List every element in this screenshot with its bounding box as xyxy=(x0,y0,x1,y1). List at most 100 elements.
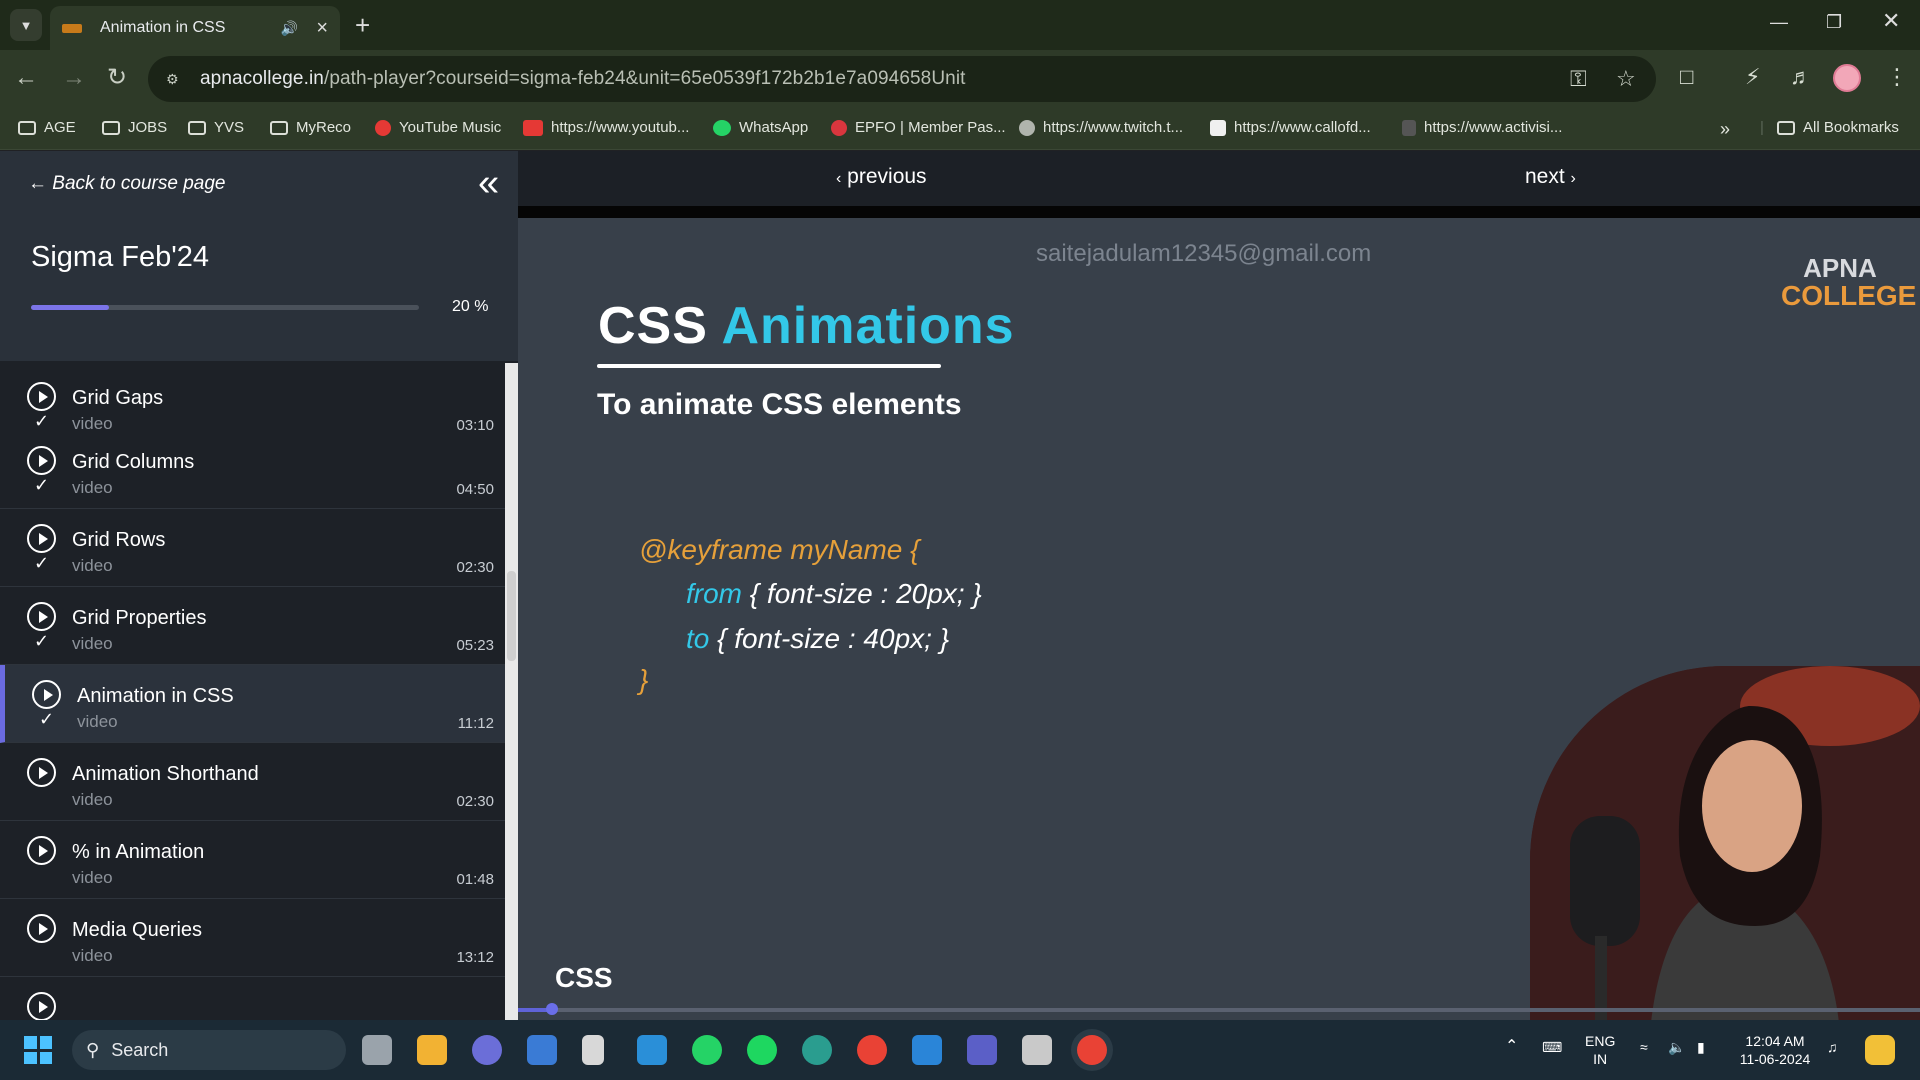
collapse-sidebar-icon[interactable]: « xyxy=(478,163,499,203)
screen: ▼ Animation in CSS 🔊 × + — ❐ ✕ ← → ↻ ⚙ a… xyxy=(0,0,1920,1080)
snipping-tool-icon[interactable] xyxy=(1022,1035,1052,1065)
notification-bell-icon[interactable]: ♫ xyxy=(1827,1038,1838,1056)
whatsapp-icon xyxy=(713,119,731,136)
media-control-icon[interactable]: ♬ xyxy=(1790,64,1812,90)
bookmark-link[interactable]: https://www.activisi... xyxy=(1402,119,1562,136)
keyboard-icon[interactable]: ⌨ xyxy=(1542,1038,1562,1056)
battery-icon[interactable]: ▮ xyxy=(1697,1038,1705,1056)
code-close-brace: } xyxy=(639,664,649,695)
remote-desktop-icon[interactable] xyxy=(637,1035,667,1065)
globe-icon xyxy=(1019,119,1035,136)
edge-icon[interactable] xyxy=(802,1035,832,1065)
taskbar-search[interactable]: ⚲ Search xyxy=(72,1030,346,1070)
play-circle-icon xyxy=(27,524,56,553)
bookmark-link[interactable]: https://www.twitch.t... xyxy=(1019,119,1183,136)
lesson-item-partial[interactable] xyxy=(0,977,505,1020)
url-text[interactable]: apnacollege.in/path-player?courseid=sigm… xyxy=(200,68,966,90)
epfo-icon xyxy=(831,119,847,136)
play-circle-icon xyxy=(27,836,56,865)
minimize-icon[interactable]: — xyxy=(1770,12,1788,33)
code-line-2: from { font-size : 20px; } xyxy=(686,578,982,609)
new-tab-button[interactable]: + xyxy=(355,10,370,40)
menu-kebab-icon[interactable]: ⋮ xyxy=(1886,64,1908,90)
video-progress-bar[interactable] xyxy=(518,1008,1920,1012)
search-icon: ⚲ xyxy=(86,1039,100,1060)
bookmark-link[interactable]: EPFO | Member Pas... xyxy=(831,119,1006,136)
title-underline xyxy=(597,364,941,368)
reload-icon[interactable]: ↻ xyxy=(107,64,127,92)
lesson-item[interactable]: Animation Shorthand video 02:30 xyxy=(0,743,505,821)
bookmark-link[interactable]: WhatsApp xyxy=(713,119,808,136)
forward-arrow-icon[interactable]: → xyxy=(62,64,86,92)
bookmark-link[interactable]: YouTube Music xyxy=(375,119,501,136)
tray-overflow-icon[interactable]: ⌃ xyxy=(1505,1038,1518,1056)
folder-icon xyxy=(102,120,120,135)
speaker-icon[interactable]: 🔊 xyxy=(281,20,298,37)
copilot-icon[interactable] xyxy=(1865,1035,1895,1065)
chevron-left-icon: ‹ xyxy=(836,170,842,187)
more-bookmarks-icon[interactable]: » xyxy=(1720,119,1730,140)
slide-subtitle: To animate CSS elements xyxy=(597,388,962,421)
windows-start-icon[interactable] xyxy=(24,1036,52,1064)
lesson-item[interactable]: ✓ Grid Properties video 05:23 xyxy=(0,587,505,665)
close-window-icon[interactable]: ✕ xyxy=(1882,8,1900,34)
chrome-active-icon[interactable] xyxy=(1077,1035,1107,1065)
browser-tab-bar: ▼ Animation in CSS 🔊 × + — ❐ ✕ xyxy=(0,0,1920,50)
lesson-item[interactable]: ✓ Grid Rows video 02:30 xyxy=(0,509,505,587)
all-bookmarks[interactable]: All Bookmarks xyxy=(1777,119,1899,136)
bookmark-link[interactable]: https://www.youtub... xyxy=(523,119,689,136)
address-bar[interactable]: ⚙ apnacollege.in/path-player?courseid=si… xyxy=(148,56,1656,102)
progress-percent: 20 % xyxy=(452,298,489,315)
key-icon[interactable]: ⚿ xyxy=(1570,66,1587,92)
extensions-icon[interactable]: □ xyxy=(1680,64,1693,90)
bookmark-star-icon[interactable]: ☆ xyxy=(1616,66,1636,92)
task-view-icon[interactable] xyxy=(362,1035,392,1065)
todo-icon[interactable] xyxy=(527,1035,557,1065)
chrome-icon[interactable] xyxy=(857,1035,887,1065)
performance-icon[interactable]: ⚡ xyxy=(1745,64,1760,90)
whatsapp-app-icon[interactable] xyxy=(692,1035,722,1065)
sidebar-scroll-thumb[interactable] xyxy=(507,571,516,661)
course-progress-bar xyxy=(31,305,419,310)
sidebar-scrollbar[interactable] xyxy=(505,363,518,1020)
tab-search-button[interactable]: ▼ xyxy=(10,9,42,41)
volume-icon[interactable]: 🔈 xyxy=(1668,1038,1685,1056)
video-player[interactable]: saitejadulam12345@gmail.com APNA COLLEGE … xyxy=(518,206,1920,1032)
bookmark-link[interactable]: https://www.callofd... xyxy=(1210,119,1371,136)
site-info-icon[interactable]: ⚙ xyxy=(166,71,192,88)
restore-icon[interactable]: ❐ xyxy=(1826,12,1842,33)
close-tab-icon[interactable]: × xyxy=(316,17,328,40)
language-indicator[interactable]: ENG IN xyxy=(1585,1032,1615,1068)
back-arrow-icon[interactable]: ← xyxy=(14,64,38,92)
profile-avatar[interactable] xyxy=(1833,64,1861,92)
browser-tab-active[interactable]: Animation in CSS 🔊 × xyxy=(50,6,340,50)
checkmark-icon: ✓ xyxy=(39,709,55,729)
lesson-item[interactable]: Media Queries video 13:12 xyxy=(0,899,505,977)
lesson-item-active[interactable]: ✓ Animation in CSS video 11:12 xyxy=(0,665,505,743)
discord-icon[interactable] xyxy=(472,1035,502,1065)
checkmark-icon: ✓ xyxy=(34,475,50,495)
bookmark-folder[interactable]: MyReco xyxy=(270,119,351,136)
folder-icon xyxy=(188,120,206,135)
checkmark-icon: ✓ xyxy=(34,411,50,431)
folder-icon xyxy=(270,120,288,135)
bookmark-folder[interactable]: YVS xyxy=(188,119,244,136)
checkmark-icon: ✓ xyxy=(34,631,50,651)
clock[interactable]: 12:04 AM 11-06-2024 xyxy=(1735,1032,1815,1068)
next-button[interactable]: next › xyxy=(1525,165,1576,189)
previous-button[interactable]: ‹ previous xyxy=(836,165,927,189)
spotify-icon[interactable] xyxy=(747,1035,777,1065)
lesson-item[interactable]: % in Animation video 01:48 xyxy=(0,821,505,899)
chevron-right-icon: › xyxy=(1570,170,1576,187)
callofduty-icon xyxy=(1210,119,1226,136)
bookmark-folder[interactable]: JOBS xyxy=(102,119,167,136)
video-scrub-handle[interactable] xyxy=(545,1003,558,1015)
wifi-icon[interactable]: ≈ xyxy=(1640,1038,1648,1056)
bookmark-folder[interactable]: AGE xyxy=(18,119,76,136)
hourglass-icon[interactable] xyxy=(582,1035,604,1065)
teams-icon[interactable] xyxy=(967,1035,997,1065)
back-to-course-link[interactable]: ← Back to course page xyxy=(28,173,226,195)
lesson-item[interactable]: ✓ Grid Columns video 04:50 xyxy=(0,431,505,509)
weather-widget-icon[interactable] xyxy=(417,1035,447,1065)
vscode-icon[interactable] xyxy=(912,1035,942,1065)
